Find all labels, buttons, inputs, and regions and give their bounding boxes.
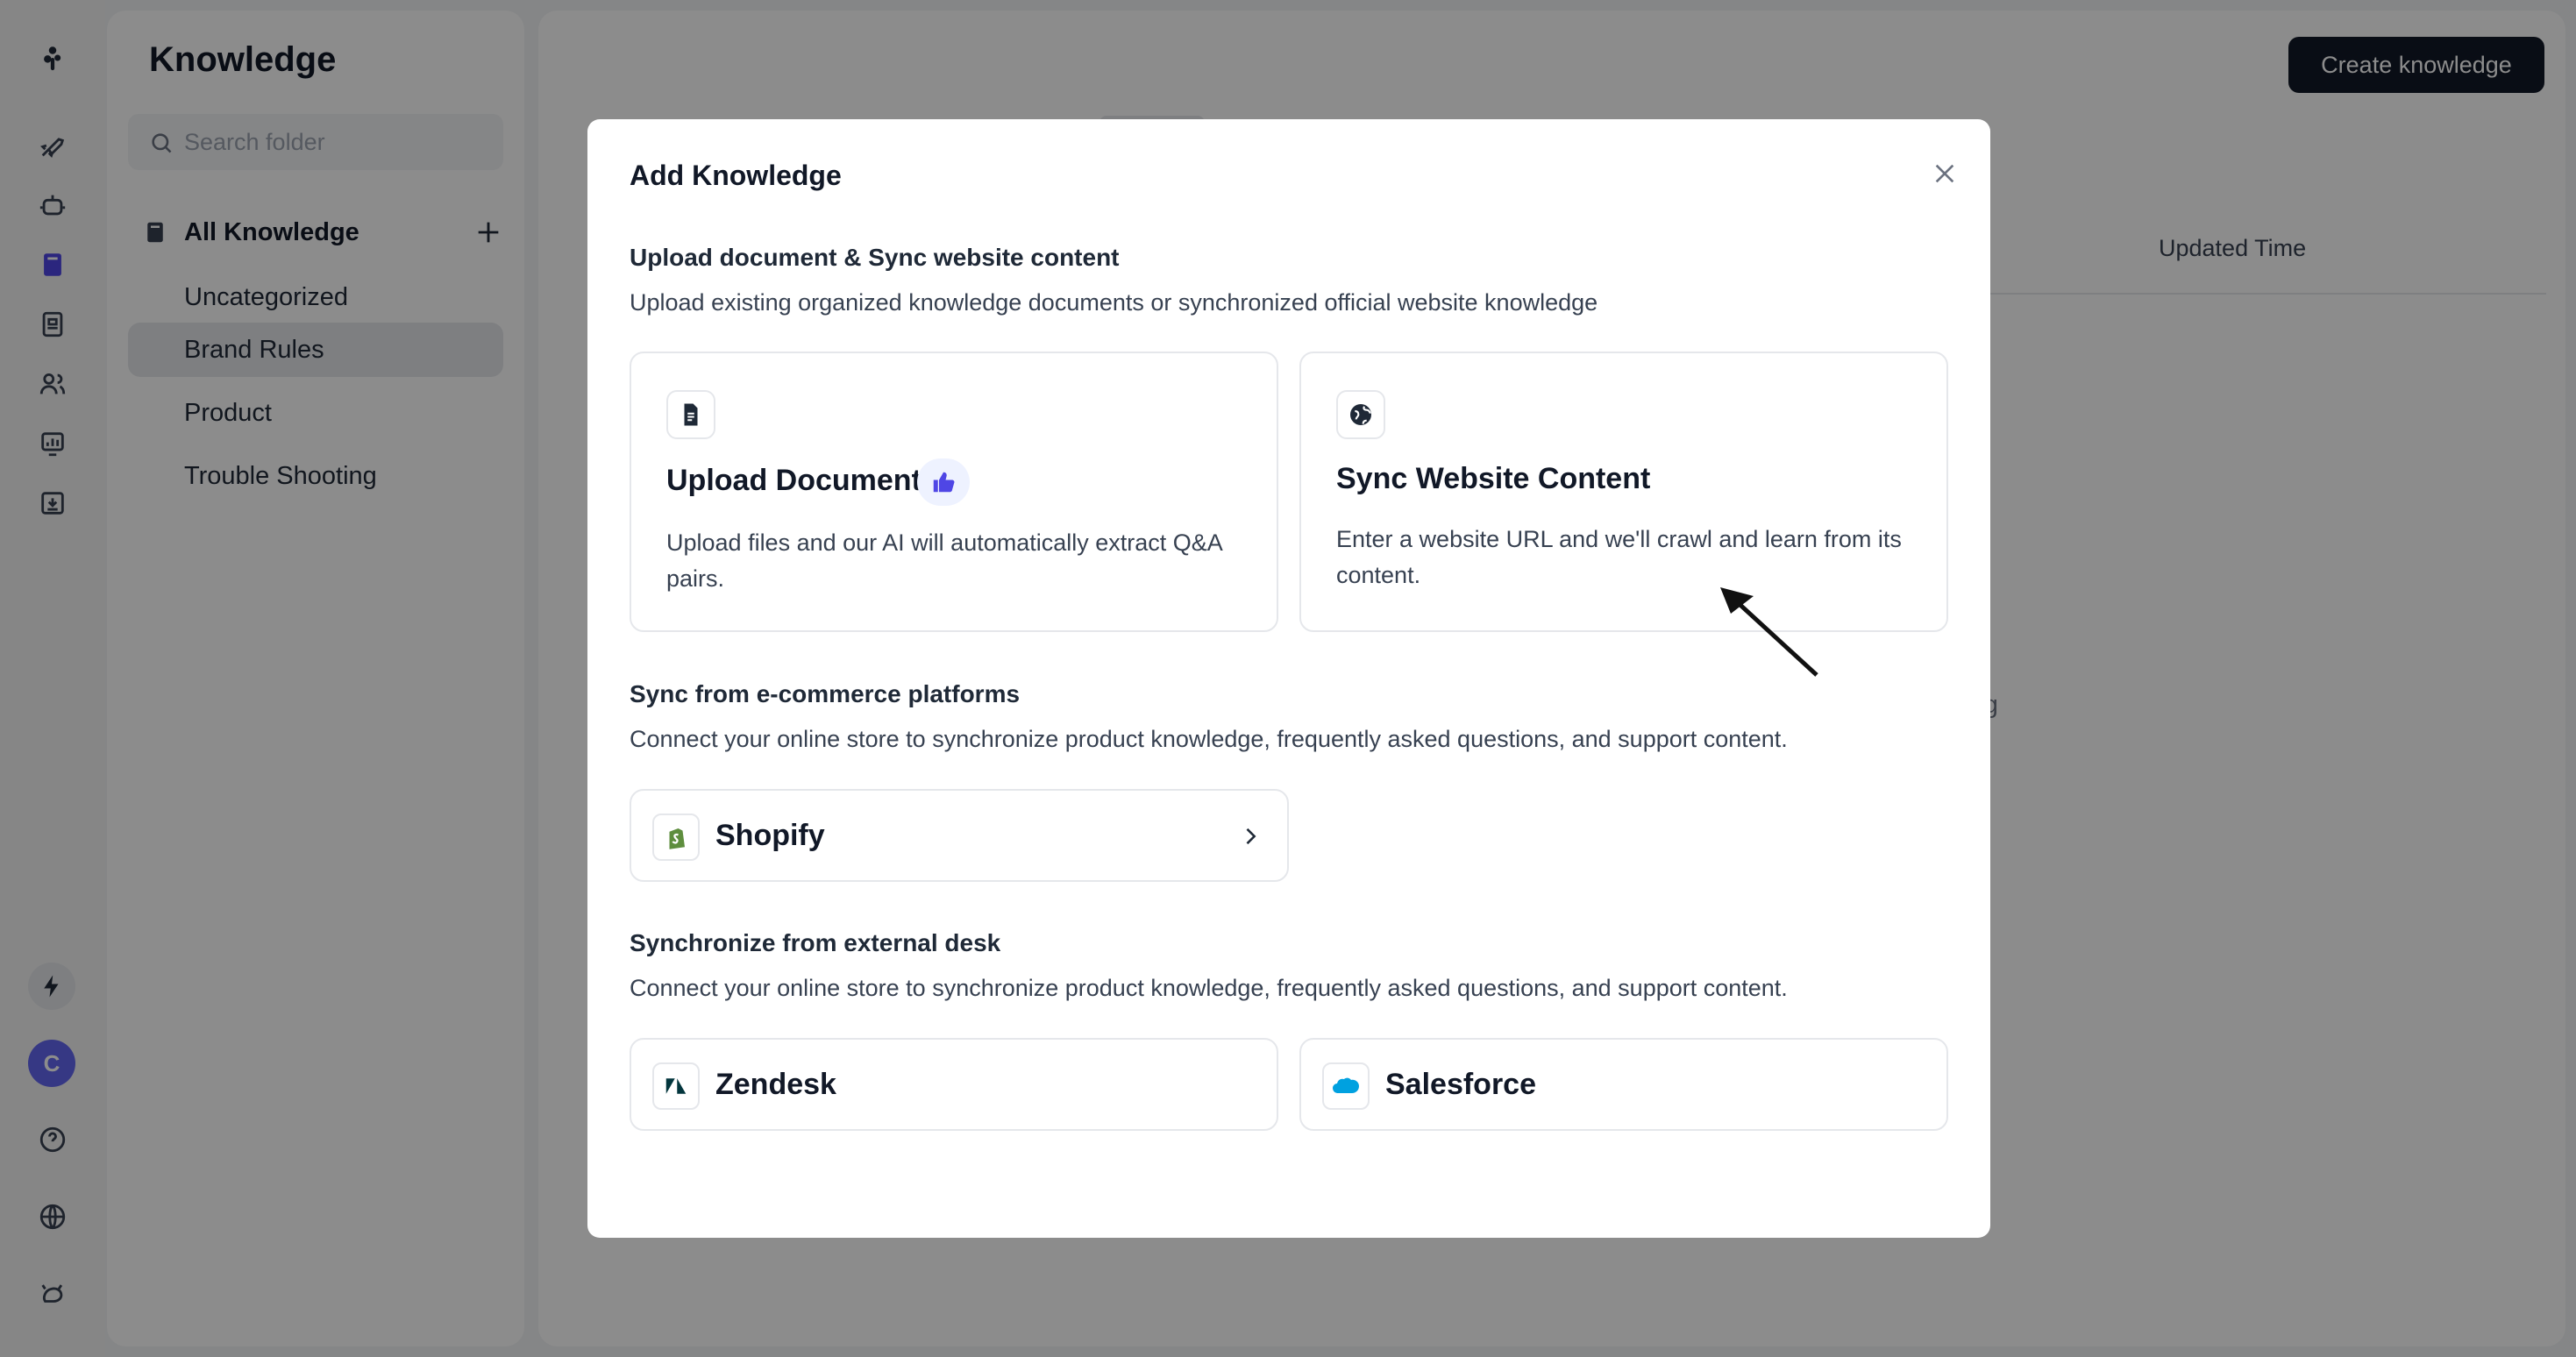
zendesk-label: Zendesk bbox=[715, 1068, 836, 1101]
shopify-button[interactable]: Shopify bbox=[630, 789, 1289, 882]
sync-website-card[interactable]: Sync Website Content Enter a website URL… bbox=[1299, 352, 1948, 632]
section-ecommerce-desc: Connect your online store to synchronize… bbox=[630, 726, 1788, 752]
upload-document-title: Upload Document bbox=[666, 464, 922, 497]
document-icon bbox=[666, 390, 715, 439]
salesforce-label: Salesforce bbox=[1385, 1068, 1536, 1101]
zendesk-icon bbox=[652, 1062, 700, 1110]
shopify-label: Shopify bbox=[715, 819, 825, 852]
section-desk-desc: Connect your online store to synchronize… bbox=[630, 975, 1788, 1001]
section-upload-title: Upload document & Sync website content bbox=[630, 244, 1120, 271]
modal-title: Add Knowledge bbox=[630, 160, 842, 191]
sync-website-title: Sync Website Content bbox=[1336, 462, 1651, 495]
globe-icon bbox=[1336, 390, 1385, 439]
salesforce-icon bbox=[1322, 1062, 1370, 1110]
chevron-right-icon bbox=[1246, 828, 1256, 845]
section-ecommerce-title: Sync from e-commerce platforms bbox=[630, 680, 1021, 707]
upload-document-desc: Upload files and our AI will automatical… bbox=[666, 529, 1222, 592]
upload-document-card[interactable]: Upload Document Upload files and our AI … bbox=[630, 352, 1278, 632]
mouse-cursor-arrow bbox=[1720, 587, 1818, 677]
shopify-icon bbox=[652, 813, 700, 861]
salesforce-button[interactable]: Salesforce bbox=[1299, 1038, 1948, 1131]
thumbs-up-icon bbox=[917, 458, 970, 506]
section-upload-desc: Upload existing organized knowledge docu… bbox=[630, 289, 1598, 316]
close-button[interactable] bbox=[1924, 153, 1966, 195]
close-icon bbox=[1935, 164, 1954, 183]
zendesk-button[interactable]: Zendesk bbox=[630, 1038, 1278, 1131]
section-desk-title: Synchronize from external desk bbox=[630, 929, 1001, 956]
sync-website-desc: Enter a website URL and we'll crawl and … bbox=[1336, 526, 1902, 588]
